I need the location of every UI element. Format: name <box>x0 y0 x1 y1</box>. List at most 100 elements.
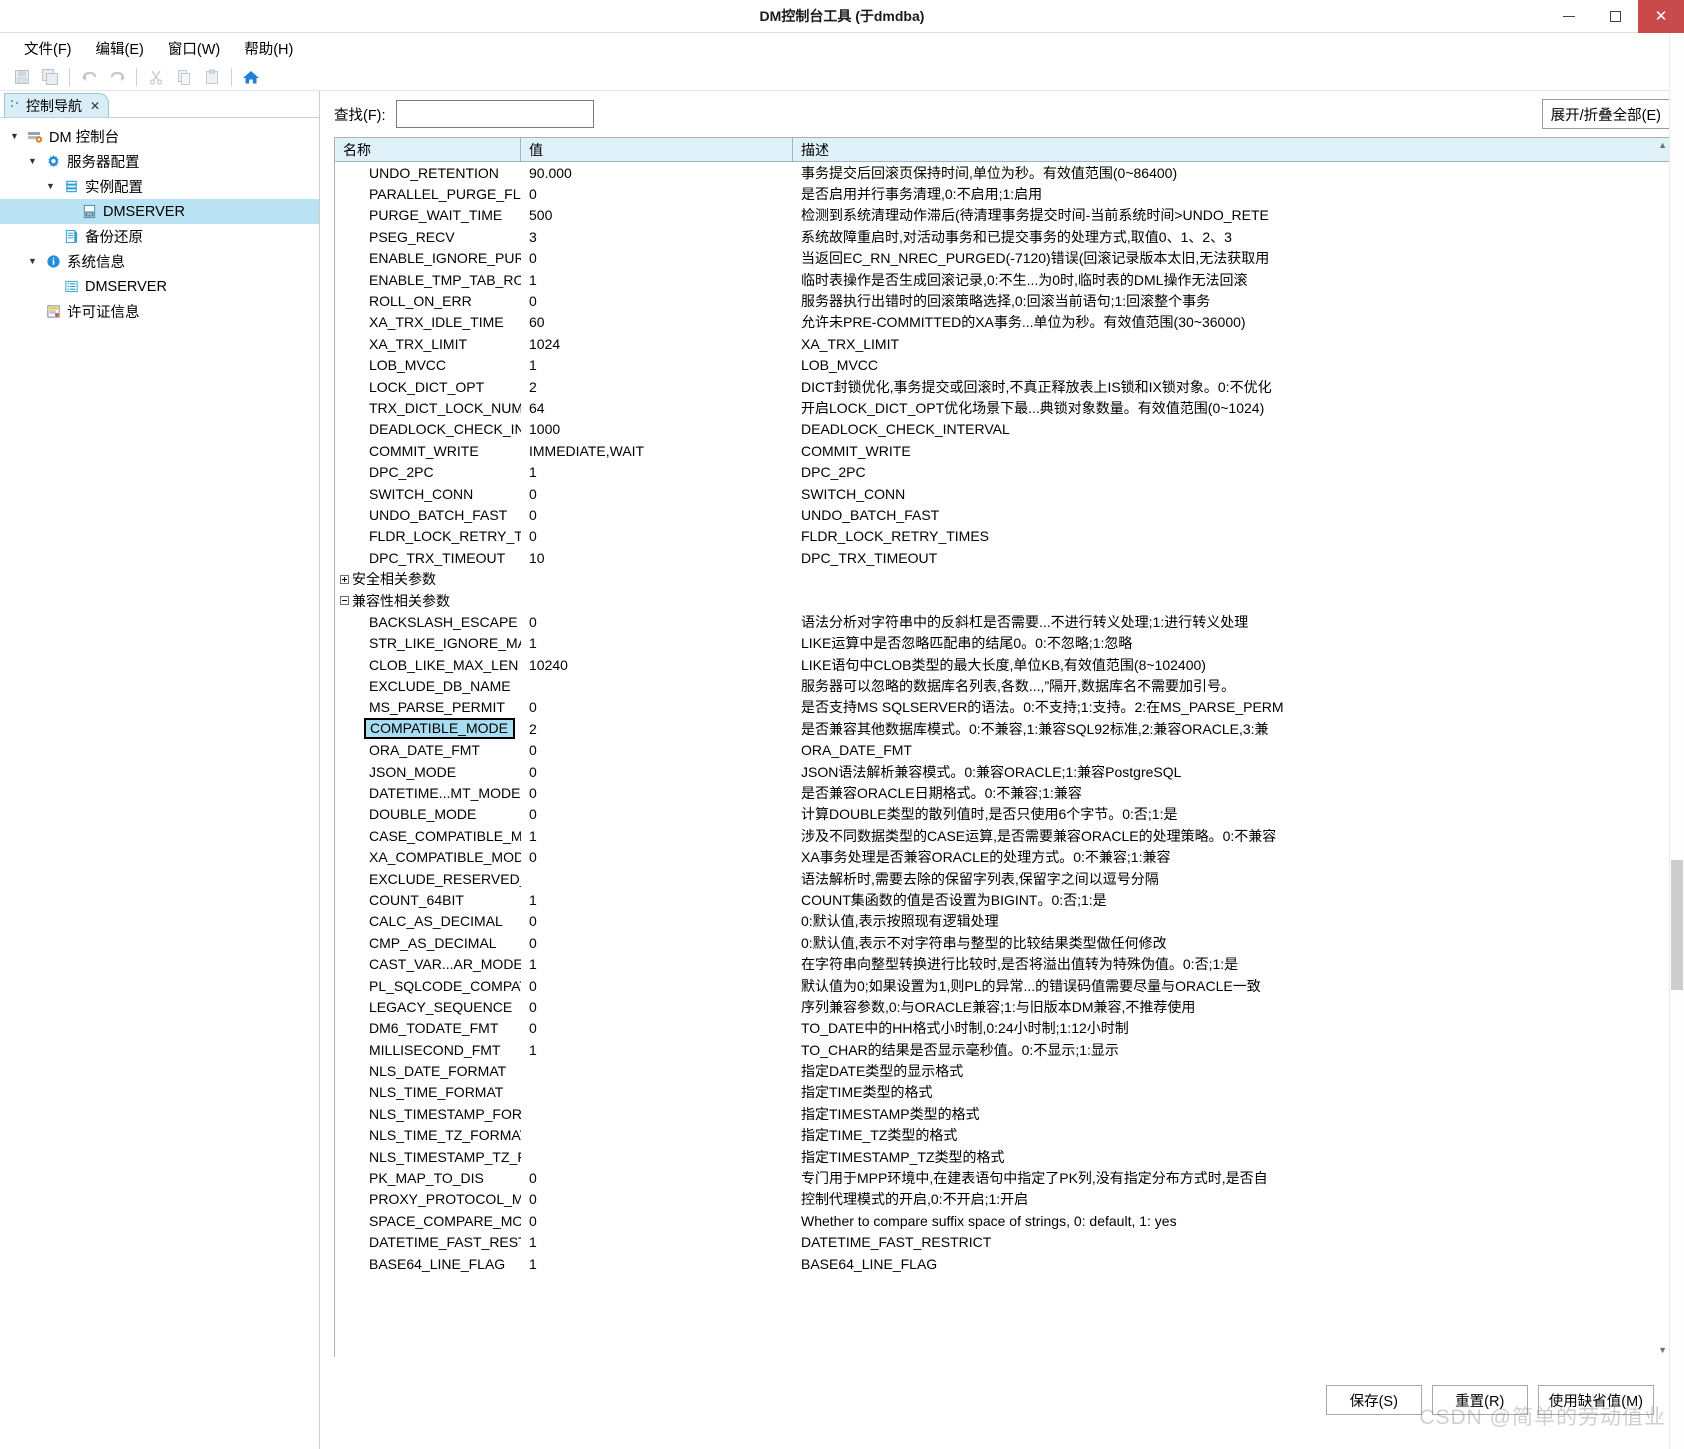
table-row[interactable]: LOCK_DICT_OPT 2 DICT封锁优化,事务提交或回滚时,不真正释放表上I… <box>335 376 1669 397</box>
tree-item-dmserver-info[interactable]: · DMSERVER <box>0 274 319 299</box>
table-row[interactable]: ORA_DATE_FMT 0 ORA_DATE_FMT <box>335 740 1669 761</box>
cell-value[interactable]: 0 <box>521 849 793 865</box>
cell-value[interactable]: 0 <box>521 742 793 758</box>
redo-icon[interactable] <box>104 65 130 89</box>
cell-value[interactable]: 0 <box>521 186 793 202</box>
cell-value[interactable]: 0 <box>521 1170 793 1186</box>
cell-name[interactable]: FLDR_LOCK_RETRY_TI.. <box>335 528 521 544</box>
tab-control-navigation[interactable]: 控制导航 ✕ <box>4 93 110 117</box>
cell-value[interactable]: 2 <box>521 721 793 737</box>
cell-name[interactable]: PROXY_PROTOCOL_M( <box>335 1191 521 1207</box>
scrollbar-thumb[interactable] <box>1671 860 1683 990</box>
tree-item-backup-restore[interactable]: · 备份还原 <box>0 224 319 249</box>
table-row[interactable]: UNDO_BATCH_FAST 0 UNDO_BATCH_FAST <box>335 504 1669 525</box>
table-body[interactable]: UNDO_RETENTION 90.000 事务提交后回滚页保持时间,单位为秒。有效… <box>335 162 1669 1357</box>
cell-value[interactable]: 1 <box>521 1234 793 1250</box>
cell-name[interactable]: ORA_DATE_FMT <box>335 742 521 758</box>
table-row[interactable]: DEADLOCK_CHECK_INT 1000 DEADLOCK_CHECK_INT… <box>335 419 1669 440</box>
table-row[interactable]: DATETIME_FAST_REST. 1 DATETIME_FAST_RESTRI… <box>335 1232 1669 1253</box>
table-row[interactable]: XA_COMPATIBLE_MOD 0 XA事务处理是否兼容ORACLE的处理方式。… <box>335 847 1669 868</box>
table-row[interactable]: BACKSLASH_ESCAPE 0 语法分析对字符串中的反斜杠是否需要...不进行… <box>335 611 1669 632</box>
chevron-down-icon[interactable]: ▼ <box>26 257 39 266</box>
table-row[interactable]: PARALLEL_PURGE_FLA. 0 是否启用并行事务清理,0:不启用;1:启… <box>335 183 1669 204</box>
tree-item-license-info[interactable]: · 许可证信息 <box>0 299 319 324</box>
cell-name[interactable]: JSON_MODE <box>335 764 521 780</box>
table-row[interactable]: MILLISECOND_FMT 1 TO_CHAR的结果是否显示毫秒值。0:不显示;… <box>335 1039 1669 1060</box>
cell-value[interactable]: 90.000 <box>521 165 793 181</box>
table-row[interactable]: STR_LIKE_IGNORE_MA. 1 LIKE运算中是否忽略匹配串的结尾0。0… <box>335 633 1669 654</box>
column-header-name[interactable]: 名称 <box>335 138 521 161</box>
table-row[interactable]: DOUBLE_MODE 0 计算DOUBLE类型的散列值时,是否只使用6个字节。0:… <box>335 804 1669 825</box>
copy-icon[interactable] <box>171 65 197 89</box>
cell-name[interactable]: CALC_AS_DECIMAL <box>335 913 521 929</box>
cell-name[interactable]: LOCK_DICT_OPT <box>335 379 521 395</box>
cell-name[interactable]: ENABLE_IGNORE_PUR( <box>335 250 521 266</box>
table-row[interactable]: DPC_2PC 1 DPC_2PC <box>335 461 1669 482</box>
cell-value[interactable]: 1 <box>521 956 793 972</box>
table-row[interactable]: ENABLE_TMP_TAB_ROl 1 临时表操作是否生成回滚记录,0:不生...… <box>335 269 1669 290</box>
cell-value[interactable]: 0 <box>521 1191 793 1207</box>
cell-value[interactable]: 0 <box>521 250 793 266</box>
table-row[interactable]: SWITCH_CONN 0 SWITCH_CONN <box>335 483 1669 504</box>
table-row[interactable]: ROLL_ON_ERR 0 服务器执行出错时的回滚策略选择,0:回滚当前语句;1:回… <box>335 290 1669 311</box>
expand-toggle-icon[interactable] <box>340 574 349 584</box>
cell-name[interactable]: DOUBLE_MODE <box>335 806 521 822</box>
search-input[interactable] <box>395 100 594 128</box>
table-row[interactable]: CASE_COMPATIBLE_M(1 涉及不同数据类型的CASE运算,是否需要兼… <box>335 825 1669 846</box>
table-row[interactable]: CALC_AS_DECIMAL 0 0:默认值,表示按照现有逻辑处理 <box>335 911 1669 932</box>
cell-name[interactable]: ROLL_ON_ERR <box>335 293 521 309</box>
cell-value[interactable]: IMMEDIATE,WAIT <box>521 443 793 459</box>
close-icon[interactable]: ✕ <box>90 99 100 113</box>
cell-name[interactable]: PK_MAP_TO_DIS <box>335 1170 521 1186</box>
selected-parameter-name[interactable]: COMPATIBLE_MODE <box>364 718 515 740</box>
home-icon[interactable] <box>238 65 264 89</box>
cell-name[interactable]: XA_TRX_LIMIT <box>335 336 521 352</box>
table-row[interactable]: FLDR_LOCK_RETRY_TI.. 0 FLDR_LOCK_RETRY_TIM… <box>335 526 1669 547</box>
menu-edit[interactable]: 编辑(E) <box>84 35 156 62</box>
cell-name[interactable]: SWITCH_CONN <box>335 486 521 502</box>
table-row[interactable]: JSON_MODE 0 JSON语法解析兼容模式。0:兼容ORACLE;1:兼容Po… <box>335 761 1669 782</box>
cell-name[interactable]: XA_TRX_IDLE_TIME <box>335 314 521 330</box>
cell-name[interactable]: TRX_DICT_LOCK_NUM <box>335 400 521 416</box>
use-default-button[interactable]: 使用缺省值(M) <box>1537 1385 1654 1415</box>
cell-value[interactable]: 10 <box>521 550 793 566</box>
cell-value[interactable]: 500 <box>521 207 793 223</box>
cell-name[interactable]: LEGACY_SEQUENCE <box>335 999 521 1015</box>
tree-item-server-config[interactable]: ▼ 服务器配置 <box>0 149 319 174</box>
cell-name[interactable]: CMP_AS_DECIMAL <box>335 935 521 951</box>
save-all-icon[interactable] <box>37 65 63 89</box>
cell-value[interactable]: 0 <box>521 999 793 1015</box>
table-row[interactable]: DPC_TRX_TIMEOUT 10 DPC_TRX_TIMEOUT <box>335 547 1669 568</box>
cell-value[interactable]: 1 <box>521 357 793 373</box>
cell-value[interactable]: 3 <box>521 229 793 245</box>
cell-name[interactable]: STR_LIKE_IGNORE_MA. <box>335 635 521 651</box>
cell-value[interactable]: 0 <box>521 293 793 309</box>
tree-item-instance-config[interactable]: ▼ 实例配置 <box>0 174 319 199</box>
menu-file[interactable]: 文件(F) <box>12 35 84 62</box>
tree-item-dm-console[interactable]: ▼ DM 控制台 <box>0 124 319 149</box>
cell-name[interactable]: NLS_TIMESTAMP_FORM <box>335 1106 521 1122</box>
cell-name[interactable]: MS_PARSE_PERMIT <box>335 699 521 715</box>
cell-name[interactable]: LOB_MVCC <box>335 357 521 373</box>
cell-value[interactable]: 60 <box>521 314 793 330</box>
scroll-down-icon[interactable]: ▼ <box>1658 1345 1667 1355</box>
tree-item-system-info[interactable]: ▼ 系统信息 <box>0 249 319 274</box>
table-row[interactable]: XA_TRX_IDLE_TIME 60 允许未PRE-COMMITTED的XA事务.… <box>335 312 1669 333</box>
undo-icon[interactable] <box>76 65 102 89</box>
cell-name[interactable]: DATETIME...MT_MODE <box>335 785 521 801</box>
chevron-down-icon[interactable]: ▼ <box>8 132 21 141</box>
table-row[interactable]: COUNT_64BIT 1 COUNT集函数的值是否设置为BIGINT。0:否;1:… <box>335 889 1669 910</box>
cell-name[interactable]: CLOB_LIKE_MAX_LEN <box>335 657 521 673</box>
cell-name[interactable]: BACKSLASH_ESCAPE <box>335 614 521 630</box>
chevron-down-icon[interactable]: ▼ <box>44 182 57 191</box>
window-scrollbar[interactable] <box>1669 0 1684 1449</box>
menu-window[interactable]: 窗口(W) <box>156 35 232 62</box>
menu-help[interactable]: 帮助(H) <box>232 35 305 62</box>
column-header-value[interactable]: 值 <box>521 138 793 161</box>
close-button[interactable]: ✕ <box>1638 0 1684 33</box>
cell-value[interactable]: 0 <box>521 1020 793 1036</box>
cell-name[interactable]: CASE_COMPATIBLE_M( <box>335 828 521 844</box>
cell-name[interactable]: NLS_TIME_FORMAT <box>335 1084 521 1100</box>
cell-name[interactable]: SPACE_COMPARE_MOD <box>335 1213 521 1229</box>
cell-name[interactable]: XA_COMPATIBLE_MOD <box>335 849 521 865</box>
